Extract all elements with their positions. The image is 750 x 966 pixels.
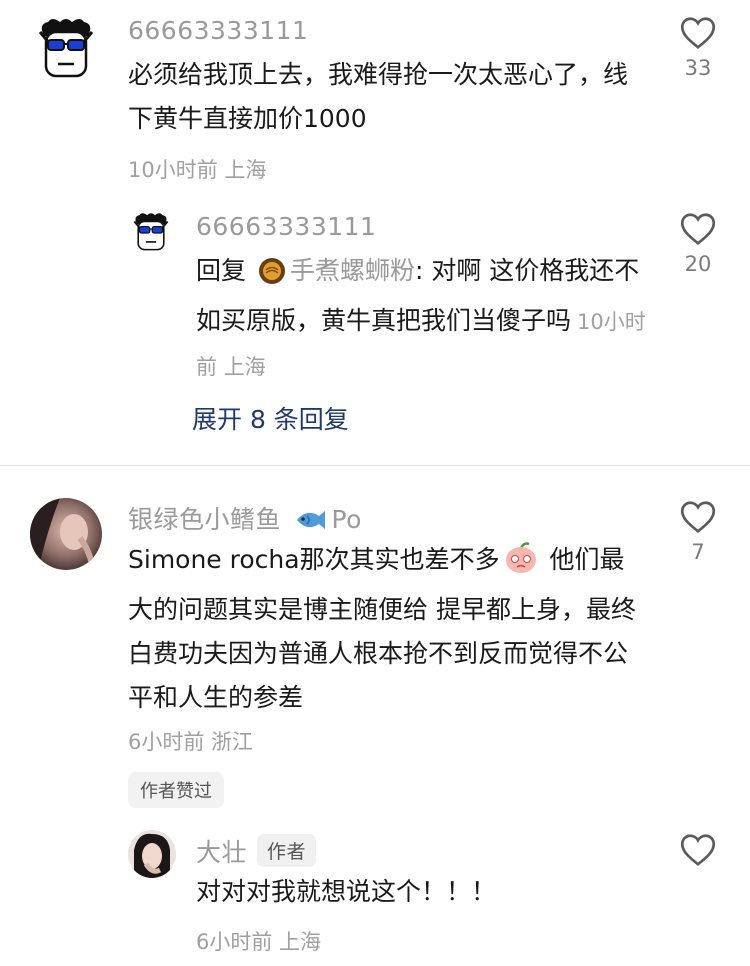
reply-text: 回复 手煮螺蛳粉: 对啊 这价格我还不如买原版，黄牛真把我们当傻子吗 10小时前 …	[196, 249, 646, 389]
like-button[interactable]: 33	[668, 16, 728, 80]
heart-outline-icon	[680, 834, 716, 866]
like-count: 7	[691, 540, 705, 564]
comment-text: 必须给我顶上去，我难得抢一次太恶心了，线下黄牛直接加价1000	[128, 60, 629, 133]
like-button[interactable]: 7	[668, 500, 728, 564]
username-text: 银绿色小鳍鱼	[128, 505, 282, 534]
reply-username[interactable]: 大壮 作者	[196, 833, 317, 869]
like-button[interactable]	[668, 833, 728, 867]
author-tag: 作者	[257, 834, 317, 867]
photo-avatar-icon	[30, 498, 102, 570]
fish-emoji-icon	[293, 508, 327, 538]
reply-mention[interactable]: 手煮螺蛳粉	[290, 256, 415, 285]
like-count: 33	[684, 56, 712, 80]
cartoon-avatar-icon	[128, 210, 174, 256]
reply-prefix: 回复	[196, 256, 247, 285]
username-text: 大壮	[196, 838, 248, 867]
reply-username[interactable]: 66663333111	[196, 212, 376, 241]
comment-meta: 10小时前 上海	[128, 158, 267, 182]
noodle-avatar-icon	[258, 255, 286, 299]
peach-emoji-icon	[504, 542, 538, 588]
avatar[interactable]	[30, 14, 102, 86]
comment-text: Simone rocha那次其实也差不多 他们最大的问题其实是博主随便给 提早都…	[128, 538, 648, 720]
comment-text-part: Simone rocha那次其实也差不多	[128, 545, 500, 574]
comment-username[interactable]: 66663333111	[128, 16, 308, 45]
like-count: 20	[684, 252, 712, 276]
cartoon-avatar-icon	[30, 14, 102, 86]
avatar[interactable]	[128, 210, 174, 256]
comment-meta: 6小时前 浙江	[128, 730, 254, 754]
avatar[interactable]	[30, 498, 102, 570]
heart-outline-icon	[680, 17, 716, 49]
expand-replies-button[interactable]: 展开 8 条回复	[192, 400, 349, 436]
comment-username[interactable]: 银绿色小鳍鱼 Po	[128, 500, 362, 538]
like-button[interactable]: 20	[668, 212, 728, 276]
photo-avatar-icon	[128, 830, 176, 878]
reply-text: 对对对我就想说这个！！！	[196, 877, 497, 906]
username-suffix: Po	[331, 505, 362, 534]
heart-outline-icon	[680, 501, 716, 533]
divider	[0, 465, 750, 466]
avatar[interactable]	[128, 830, 176, 878]
reply-meta: 6小时前 上海	[196, 930, 322, 954]
heart-outline-icon	[680, 213, 716, 245]
author-liked-badge: 作者赞过	[128, 772, 224, 808]
